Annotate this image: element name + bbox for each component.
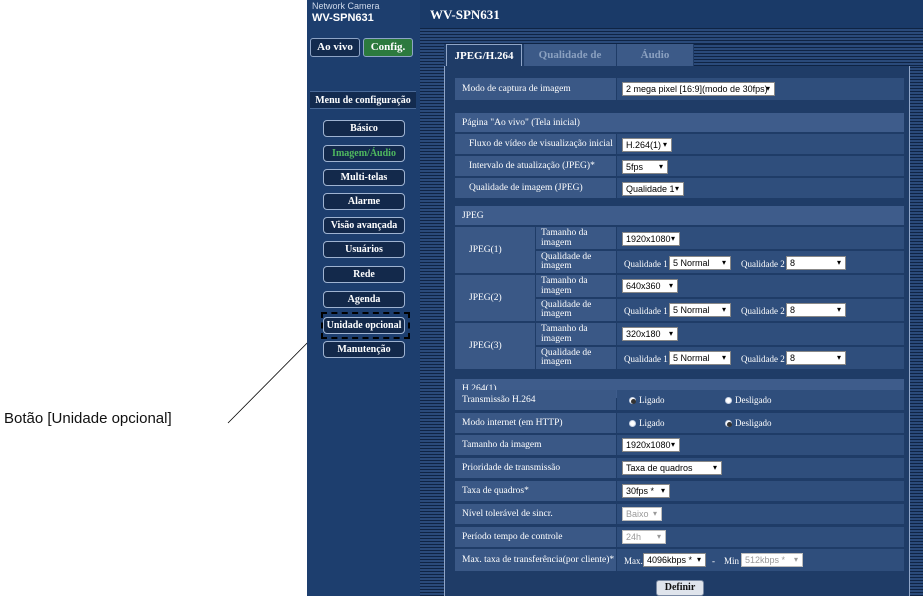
menu-item-agenda[interactable]: Agenda bbox=[323, 291, 405, 308]
menu-item-multi-telas[interactable]: Multi-telas bbox=[323, 169, 405, 186]
jpeg3-q1-label: Qualidade 1 bbox=[624, 354, 668, 364]
config-button[interactable]: Config. bbox=[363, 38, 413, 57]
initial-stream-select[interactable]: H.264(1) ▾ bbox=[622, 138, 672, 152]
internet-mode-off-radio[interactable] bbox=[725, 420, 732, 427]
tab-image-quality[interactable]: Qualidade de imagem bbox=[524, 44, 616, 83]
stripe-band-top bbox=[420, 28, 923, 44]
sync-level-label: Nível tolerável de sincr. bbox=[455, 504, 616, 524]
internet-mode-label: Modo internet (em HTTP) bbox=[455, 413, 616, 433]
transmission-off-radio[interactable] bbox=[725, 397, 732, 404]
brand-model: WV-SPN631 bbox=[312, 12, 374, 24]
jpeg-heading: JPEG bbox=[455, 206, 904, 225]
jpeg2-q2-select[interactable]: 8 ▾ bbox=[786, 303, 846, 317]
jpeg1-label: JPEG(1) bbox=[455, 227, 535, 273]
menu-item-manutencao[interactable]: Manutenção bbox=[323, 341, 405, 358]
max-bitrate-min-label: Min bbox=[724, 556, 740, 566]
jpeg3-q1-select[interactable]: 5 Normal ▾ bbox=[669, 351, 731, 365]
jpeg3-quality-label: Qualidade de imagem bbox=[536, 347, 616, 369]
transmission-on-label: Ligado bbox=[639, 395, 665, 405]
page-title: WV-SPN631 bbox=[430, 7, 500, 22]
jpeg3-size-label: Tamanho da imagem bbox=[536, 323, 616, 345]
jpeg2-label: JPEG(2) bbox=[455, 275, 535, 321]
capture-mode-label: Modo de captura de imagem bbox=[455, 78, 616, 100]
tab-audio[interactable]: Áudio bbox=[617, 44, 693, 66]
jpeg2-q1-label: Qualidade 1 bbox=[624, 306, 668, 316]
frame-rate-label: Taxa de quadros* bbox=[455, 481, 616, 501]
menu-item-rede[interactable]: Rede bbox=[323, 266, 405, 283]
capture-mode-select[interactable]: 2 mega pixel [16:9](modo de 30fps) ▾ bbox=[622, 82, 775, 96]
max-bitrate-max-label: Max. bbox=[624, 556, 643, 566]
stripe-band-left bbox=[420, 44, 444, 596]
menu-item-alarme[interactable]: Alarme bbox=[323, 193, 405, 210]
h264-transmission-label: Transmissão H.264 bbox=[455, 390, 616, 410]
live-page-heading: Página "Ao vivo" (Tela inicial) bbox=[455, 113, 904, 132]
stripe-band-right bbox=[910, 66, 923, 596]
jpeg3-label: JPEG(3) bbox=[455, 323, 535, 369]
jpeg2-quality-label: Qualidade de imagem bbox=[536, 299, 616, 321]
jpeg1-q1-label: Qualidade 1 bbox=[624, 259, 668, 269]
max-bitrate-dash: - bbox=[712, 556, 715, 566]
priority-select[interactable]: Taxa de quadros ▾ bbox=[622, 461, 722, 475]
jpeg1-q2-select[interactable]: 8 ▾ bbox=[786, 256, 846, 270]
internet-mode-on-label: Ligado bbox=[639, 418, 665, 428]
priority-label: Prioridade de transmissão bbox=[455, 458, 616, 478]
jpeg2-q2-label: Qualidade 2 bbox=[741, 306, 785, 316]
stripe-band-tabs bbox=[694, 44, 923, 66]
jpeg2-size-select[interactable]: 640x360 ▾ bbox=[622, 279, 678, 293]
control-period-label: Período tempo de controle bbox=[455, 527, 616, 547]
sync-level-select[interactable]: Baixo ▾ bbox=[622, 507, 662, 521]
menu-heading: Menu de configuração bbox=[310, 91, 416, 109]
brand-product: Network Camera bbox=[312, 1, 380, 11]
menu-item-usuarios[interactable]: Usuários bbox=[323, 241, 405, 258]
menu-item-basico[interactable]: Básico bbox=[323, 120, 405, 137]
define-button[interactable]: Definir bbox=[656, 580, 704, 596]
control-period-select[interactable]: 24h ▾ bbox=[622, 530, 666, 544]
jpeg3-q2-label: Qualidade 2 bbox=[741, 354, 785, 364]
jpeg3-size-select[interactable]: 320x180 ▾ bbox=[622, 327, 678, 341]
internet-mode-off-label: Desligado bbox=[735, 418, 772, 428]
max-bitrate-min-select[interactable]: 512kbps * ▾ bbox=[741, 553, 803, 567]
menu-item-visao-avancada[interactable]: Visão avançada bbox=[323, 217, 405, 234]
h264-size-label: Tamanho da imagem bbox=[455, 435, 616, 455]
h264-size-select[interactable]: 1920x1080 ▾ bbox=[622, 438, 680, 452]
jpeg1-q2-label: Qualidade 2 bbox=[741, 259, 785, 269]
menu-item-imagem-audio[interactable]: Imagem/Áudio bbox=[323, 145, 405, 162]
refresh-interval-select[interactable]: 5fps ▾ bbox=[622, 160, 668, 174]
jpeg1-size-select[interactable]: 1920x1080 ▾ bbox=[622, 232, 680, 246]
jpeg2-q1-select[interactable]: 5 Normal ▾ bbox=[669, 303, 731, 317]
max-bitrate-max-select[interactable]: 4096kbps * ▾ bbox=[643, 553, 706, 567]
refresh-interval-label: Intervalo de atualização (JPEG)* bbox=[455, 156, 616, 176]
jpeg2-size-label: Tamanho da imagem bbox=[536, 275, 616, 297]
frame-rate-select[interactable]: 30fps * ▾ bbox=[622, 484, 670, 498]
jpeg1-size-label: Tamanho da imagem bbox=[536, 227, 616, 249]
jpeg3-q2-select[interactable]: 8 ▾ bbox=[786, 351, 846, 365]
image-quality-select[interactable]: Qualidade 1 ▾ bbox=[622, 182, 684, 196]
transmission-on-radio[interactable] bbox=[629, 397, 636, 404]
tab-jpeg-h264[interactable]: JPEG/H.264 bbox=[446, 44, 522, 66]
transmission-off-label: Desligado bbox=[735, 395, 772, 405]
live-button[interactable]: Ao vivo bbox=[310, 38, 360, 57]
jpeg1-q1-select[interactable]: 5 Normal ▾ bbox=[669, 256, 731, 270]
callout-caption: Botão [Unidade opcional] bbox=[4, 410, 172, 427]
max-bitrate-label: Max. taxa de transferência(por cliente)* bbox=[455, 549, 616, 571]
jpeg1-quality-label: Qualidade de imagem bbox=[536, 251, 616, 273]
internet-mode-on-radio[interactable] bbox=[629, 420, 636, 427]
highlight-frame bbox=[321, 312, 410, 339]
image-quality-label: Qualidade de imagem (JPEG) bbox=[455, 178, 616, 198]
initial-stream-label: Fluxo de vídeo de visualização inicial bbox=[455, 134, 616, 154]
